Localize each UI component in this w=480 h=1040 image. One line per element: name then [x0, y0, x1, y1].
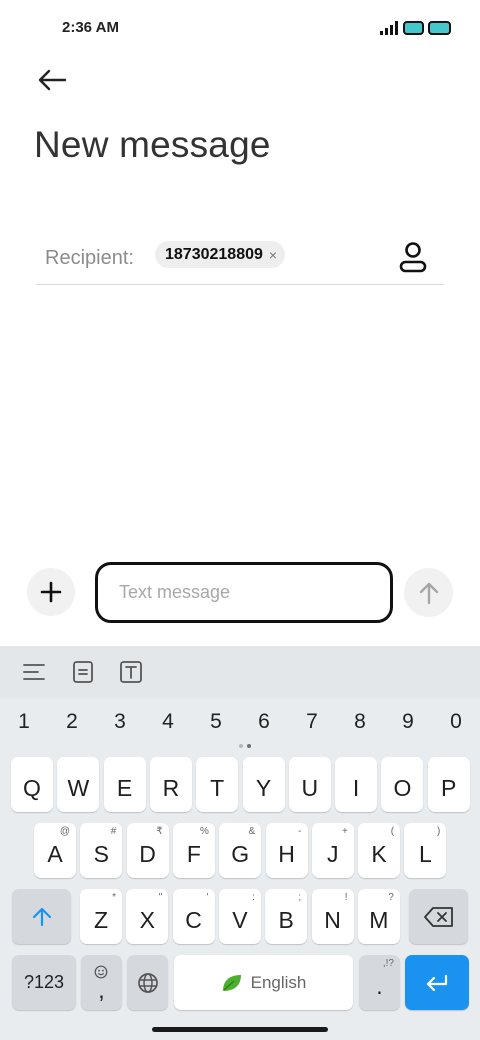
- key-n[interactable]: ! N: [311, 889, 354, 944]
- document-icon[interactable]: [71, 660, 95, 684]
- back-arrow-icon: [38, 69, 67, 91]
- leaf-icon: [222, 974, 241, 991]
- recipient-chip[interactable]: 18730218809 ×: [155, 241, 286, 268]
- period-key[interactable]: ,!? .: [359, 955, 400, 1010]
- key-g[interactable]: & G: [219, 823, 262, 878]
- send-button[interactable]: [404, 568, 453, 617]
- back-button[interactable]: [32, 62, 72, 98]
- key-l[interactable]: ) L: [404, 823, 447, 878]
- backspace-icon: [423, 906, 453, 927]
- key-d[interactable]: ₹ D: [126, 823, 169, 878]
- key-y[interactable]: Y: [242, 757, 285, 812]
- symbols-key[interactable]: ?123: [12, 955, 76, 1010]
- number-key-4[interactable]: 4: [153, 710, 183, 734]
- key-a[interactable]: @ A: [34, 823, 76, 878]
- page-title: New message: [34, 124, 271, 165]
- signal-icon: [380, 21, 398, 35]
- key-o[interactable]: O: [381, 757, 424, 812]
- key-h[interactable]: -H: [265, 823, 308, 878]
- key-s[interactable]: # S: [80, 823, 123, 878]
- keyboard: 1234567890 QWERTYUIOP @ A # S ₹ D% F & G - H + J(K) L…: [0, 646, 480, 1040]
- key-r[interactable]: R: [149, 757, 192, 812]
- key-u[interactable]: U: [288, 757, 331, 812]
- number-key-1[interactable]: 1: [9, 710, 39, 734]
- home-indicator[interactable]: [152, 1027, 328, 1032]
- shift-arrow-icon: [32, 907, 51, 926]
- globe-icon: [137, 972, 158, 993]
- chip-remove-icon[interactable]: ×: [269, 248, 277, 262]
- emoji-comma-key[interactable]: ,: [81, 955, 122, 1010]
- contact-person-icon: [399, 242, 427, 273]
- enter-arrow-icon: [426, 974, 448, 991]
- battery-icon: [428, 21, 451, 35]
- space-bar[interactable]: English: [174, 955, 353, 1010]
- key-v[interactable]: :V: [218, 889, 261, 944]
- text-message-input[interactable]: [95, 562, 393, 623]
- send-arrow-up-icon: [419, 582, 438, 604]
- contacts-button[interactable]: [394, 238, 432, 276]
- key-c[interactable]: ' C: [172, 889, 215, 944]
- number-key-0[interactable]: 0: [441, 710, 471, 734]
- status-bar: 2:36 AM: [0, 0, 480, 56]
- key-e[interactable]: E: [103, 757, 146, 812]
- space-bar-label: English: [250, 972, 307, 992]
- key-w[interactable]: W: [57, 757, 100, 812]
- key-x[interactable]: " X: [126, 889, 169, 944]
- keyboard-toolbar: [0, 646, 480, 698]
- backspace-key[interactable]: [409, 889, 468, 944]
- number-key-9[interactable]: 9: [393, 710, 423, 734]
- key-z[interactable]: * Z: [80, 889, 122, 944]
- language-key[interactable]: [127, 955, 168, 1010]
- shift-key[interactable]: [12, 889, 71, 944]
- recipient-row: Recipient: 18730218809 ×: [36, 230, 444, 285]
- page-indicator-dots: [239, 744, 251, 748]
- number-key-7[interactable]: 7: [297, 710, 327, 734]
- recipient-label: Recipient:: [45, 247, 134, 269]
- number-key-3[interactable]: 3: [105, 710, 135, 734]
- add-attachment-button[interactable]: [27, 568, 75, 616]
- key-f[interactable]: % F: [172, 823, 215, 878]
- plus-icon: [40, 581, 62, 603]
- status-time: 2:36 AM: [62, 19, 119, 36]
- battery-saver-icon: [403, 21, 424, 35]
- menu-lines-icon[interactable]: [22, 660, 46, 684]
- key-b[interactable]: ; B: [265, 889, 308, 944]
- number-key-8[interactable]: 8: [345, 710, 375, 734]
- key-t[interactable]: T: [196, 757, 239, 812]
- number-key-5[interactable]: 5: [201, 710, 231, 734]
- number-key-2[interactable]: 2: [57, 710, 87, 734]
- recipient-chip-text: 18730218809: [165, 245, 263, 263]
- key-q[interactable]: Q: [11, 757, 53, 812]
- key-j[interactable]: + J: [311, 823, 354, 878]
- key-p[interactable]: P: [427, 757, 470, 812]
- enter-key[interactable]: [405, 955, 469, 1010]
- key-i[interactable]: I: [335, 757, 378, 812]
- key-m[interactable]: ? M: [357, 889, 400, 944]
- key-k[interactable]: (K: [358, 823, 401, 878]
- text-format-icon[interactable]: [119, 660, 143, 684]
- number-key-6[interactable]: 6: [249, 710, 279, 734]
